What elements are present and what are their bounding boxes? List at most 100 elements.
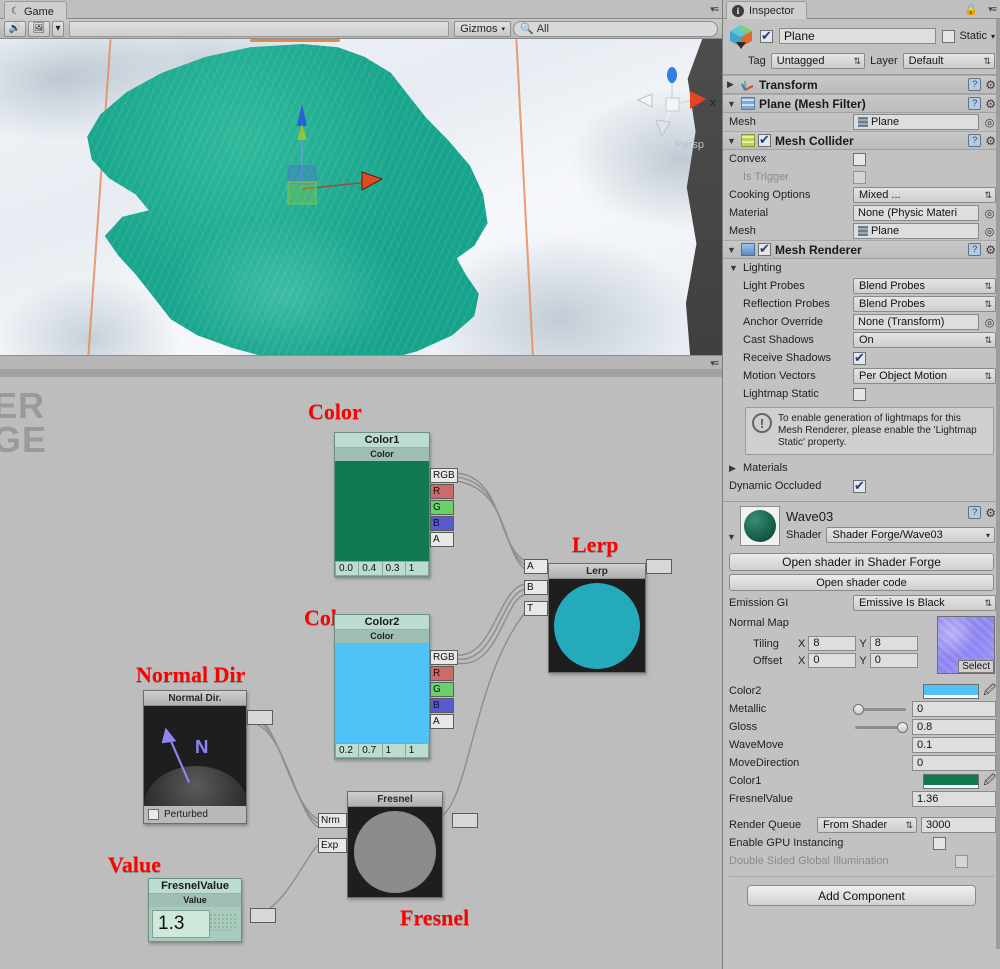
offset-y-field[interactable]: 0 bbox=[869, 653, 918, 668]
help-book-icon[interactable]: ? bbox=[968, 78, 982, 91]
open-shader-code-button[interactable]: Open shader code bbox=[729, 574, 994, 591]
node-color1[interactable]: Color1 Color 0.0 0.4 0.3 1 bbox=[334, 432, 430, 577]
port-color2-rgb[interactable]: RGB bbox=[430, 650, 458, 665]
color1-swatch[interactable] bbox=[923, 773, 980, 789]
cooking-options-dropdown[interactable]: Mixed ... bbox=[853, 187, 996, 203]
channel-g[interactable]: 0.4 bbox=[358, 561, 382, 576]
game-view-menu-icon[interactable]: ▾≡ bbox=[710, 358, 719, 369]
tab-game[interactable]: ☾ Game bbox=[4, 1, 67, 19]
reflection-probes-dropdown[interactable]: Blend Probes bbox=[853, 296, 996, 312]
port-color1-r[interactable]: R bbox=[430, 484, 454, 499]
material-header[interactable]: ▼ Wave03 Shader Shader Forge/Wave03 ? ⚙ bbox=[723, 501, 1000, 550]
tag-dropdown[interactable]: Untagged bbox=[770, 53, 866, 69]
move-gizmo[interactable] bbox=[270, 94, 400, 214]
shader-dropdown[interactable]: Shader Forge/Wave03 bbox=[826, 527, 995, 543]
scene-orientation-gizmo[interactable] bbox=[632, 64, 712, 144]
channel-g[interactable]: 0.7 bbox=[358, 743, 382, 758]
object-picker-icon[interactable]: ◎ bbox=[983, 116, 996, 129]
tab-inspector[interactable]: i Inspector bbox=[726, 1, 808, 19]
channel-a[interactable]: 1 bbox=[404, 561, 429, 576]
eyedropper-icon[interactable]: 🖉 bbox=[983, 771, 996, 792]
resize-grip-icon[interactable] bbox=[209, 913, 237, 931]
component-header-mesh-collider[interactable]: ▼ Mesh Collider ? ⚙ bbox=[723, 131, 1000, 150]
port-color2-b[interactable]: B bbox=[430, 698, 454, 713]
channel-r[interactable]: 0.2 bbox=[335, 743, 359, 758]
normal-map-texture-slot[interactable]: Select bbox=[937, 616, 995, 674]
node-lerp[interactable]: Lerp bbox=[548, 563, 646, 673]
foldout-arrow-icon[interactable]: ▼ bbox=[727, 99, 737, 109]
light-probes-dropdown[interactable]: Blend Probes bbox=[853, 278, 996, 294]
port-fresnel-nrm[interactable]: Nrm bbox=[318, 813, 347, 828]
node-color2[interactable]: Color2 Color 0.2 0.7 1 1 bbox=[334, 614, 430, 759]
perturbed-checkbox[interactable] bbox=[148, 809, 159, 820]
node-fresnel-value[interactable]: FresnelValue Value 1.3 bbox=[148, 878, 242, 942]
node-color2-channels[interactable]: 0.2 0.7 1 1 bbox=[335, 743, 429, 758]
render-queue-value-field[interactable]: 3000 bbox=[921, 817, 996, 833]
game-render-view[interactable]: Persp x ▾≡ bbox=[0, 39, 722, 369]
foldout-arrow-icon[interactable]: ▼ bbox=[729, 263, 739, 273]
mesh-renderer-enabled-checkbox[interactable] bbox=[758, 241, 771, 257]
port-color2-a[interactable]: A bbox=[430, 714, 454, 729]
inspector-scrollbar[interactable] bbox=[996, 19, 1000, 949]
inspector-scrollbar-thumb[interactable] bbox=[996, 19, 1000, 949]
emission-gi-dropdown[interactable]: Emissive Is Black bbox=[853, 595, 996, 611]
gear-icon[interactable]: ⚙ bbox=[985, 507, 996, 519]
lock-icon[interactable]: 🔒 bbox=[964, 3, 978, 16]
color2-swatch[interactable] bbox=[923, 683, 980, 699]
node-normal-dir-perturbed-row[interactable]: Perturbed bbox=[144, 806, 246, 823]
mute-audio-icon[interactable]: 🔊 bbox=[4, 20, 26, 37]
port-color1-g[interactable]: G bbox=[430, 500, 454, 515]
static-checkbox[interactable] bbox=[942, 29, 956, 43]
anchor-override-field[interactable]: None (Transform) bbox=[853, 314, 979, 330]
help-book-icon[interactable]: ? bbox=[968, 506, 982, 519]
gloss-value-field[interactable]: 0.8 bbox=[912, 719, 996, 735]
port-lerp-t[interactable]: T bbox=[524, 601, 548, 616]
tiling-x-field[interactable]: 8 bbox=[808, 636, 857, 651]
physic-material-field[interactable]: None (Physic Materi bbox=[853, 205, 979, 221]
screenshot-icon[interactable]: 🖼 bbox=[28, 20, 50, 37]
gpu-instancing-checkbox[interactable] bbox=[933, 836, 946, 850]
cast-shadows-dropdown[interactable]: On bbox=[853, 332, 996, 348]
eyedropper-icon[interactable]: 🖉 bbox=[983, 681, 996, 702]
component-header-mesh-filter[interactable]: ▼ Plane (Mesh Filter) ? ⚙ bbox=[723, 94, 1000, 113]
node-color1-channels[interactable]: 0.0 0.4 0.3 1 bbox=[335, 561, 429, 576]
tiling-y-field[interactable]: 8 bbox=[869, 636, 918, 651]
shader-forge-graph[interactable]: DER RGE Co bbox=[0, 377, 722, 969]
node-color1-swatch[interactable] bbox=[335, 461, 429, 561]
foldout-arrow-icon[interactable]: ▼ bbox=[727, 245, 737, 255]
collider-mesh-field[interactable]: Plane bbox=[853, 223, 979, 239]
convex-checkbox[interactable] bbox=[853, 152, 866, 166]
help-book-icon[interactable]: ? bbox=[968, 134, 982, 147]
object-picker-icon[interactable]: ◎ bbox=[983, 207, 996, 220]
slider-knob[interactable] bbox=[853, 703, 864, 715]
gear-icon[interactable]: ⚙ bbox=[985, 79, 996, 91]
channel-a[interactable]: 1 bbox=[404, 743, 429, 758]
help-book-icon[interactable]: ? bbox=[968, 243, 982, 256]
port-color1-b[interactable]: B bbox=[430, 516, 454, 531]
node-fresnel[interactable]: Fresnel bbox=[347, 791, 443, 898]
static-dropdown-icon[interactable]: ▾ bbox=[991, 32, 995, 41]
open-shader-in-forge-button[interactable]: Open shader in Shader Forge bbox=[729, 553, 994, 571]
channel-b[interactable]: 1 bbox=[381, 743, 405, 758]
group-lighting[interactable]: ▼ Lighting bbox=[723, 259, 1000, 277]
help-book-icon[interactable]: ? bbox=[968, 97, 982, 110]
movedirection-value-field[interactable]: 0 bbox=[912, 755, 996, 771]
dynamic-occluded-checkbox[interactable] bbox=[853, 478, 866, 494]
inspector-menu-icon[interactable]: ▾≡ bbox=[988, 4, 997, 15]
foldout-arrow-icon[interactable]: ▶ bbox=[727, 79, 737, 90]
gear-icon[interactable]: ⚙ bbox=[985, 98, 996, 110]
fresnel-value-field[interactable]: 1.3 bbox=[152, 910, 210, 938]
metallic-value-field[interactable]: 0 bbox=[912, 701, 996, 717]
foldout-arrow-icon[interactable]: ▼ bbox=[727, 136, 737, 146]
projection-mode-label[interactable]: Persp bbox=[675, 139, 704, 151]
search-input[interactable]: 🔍 All bbox=[513, 20, 718, 37]
port-color1-rgb[interactable]: RGB bbox=[430, 468, 458, 483]
gloss-slider[interactable] bbox=[853, 719, 908, 735]
port-color2-g[interactable]: G bbox=[430, 682, 454, 697]
mesh-object-field[interactable]: Plane bbox=[853, 114, 979, 130]
component-header-mesh-renderer[interactable]: ▼ Mesh Renderer ? ⚙ bbox=[723, 240, 1000, 259]
port-fresnel-exp[interactable]: Exp bbox=[318, 838, 347, 853]
object-picker-icon[interactable]: ◎ bbox=[983, 316, 996, 329]
screenshot-dropdown-icon[interactable]: ▾ bbox=[52, 20, 64, 37]
receive-shadows-checkbox[interactable] bbox=[853, 350, 866, 366]
